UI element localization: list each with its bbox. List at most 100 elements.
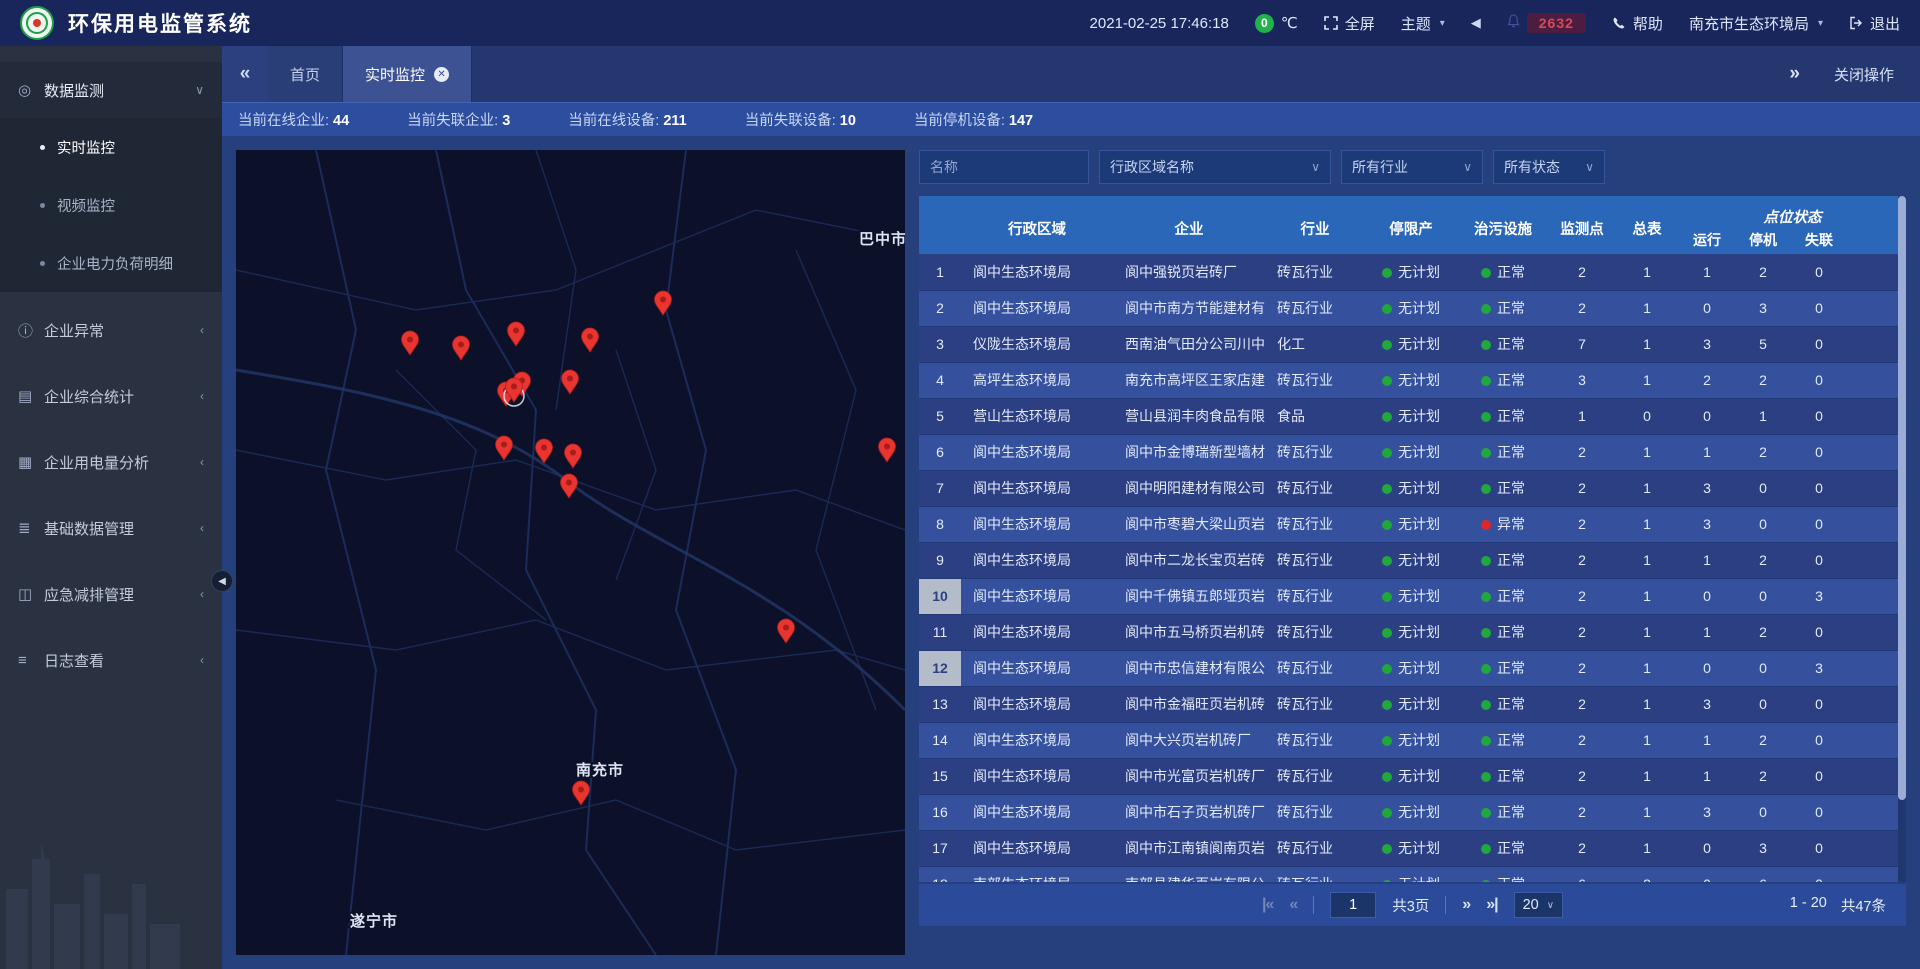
row-region-cell: 阆中生态环境局 <box>961 506 1113 542</box>
sidebar-subitem[interactable]: 视频监控 <box>0 176 222 234</box>
row-region-cell: 阆中生态环境局 <box>961 758 1113 794</box>
page-number-input[interactable]: 1 <box>1330 892 1376 918</box>
row-meter-cell: 1 <box>1615 614 1679 650</box>
map-pin-icon[interactable] <box>508 322 525 346</box>
table-row[interactable]: 16阆中生态环境局阆中市石子页岩机砖厂砖瓦行业无计划正常21300 <box>919 794 1906 830</box>
row-plan-cell: 无计划 <box>1365 542 1457 578</box>
row-meter-cell: 1 <box>1615 686 1679 722</box>
table-scrollbar-thumb[interactable] <box>1898 196 1906 800</box>
region-select[interactable]: 行政区域名称∨ <box>1099 150 1331 184</box>
map-pin-icon[interactable] <box>582 328 599 352</box>
row-index-cell: 16 <box>919 794 961 830</box>
tabs-scroll-right-button[interactable]: » <box>1789 63 1800 85</box>
sidebar-item-label: 企业异常 <box>44 320 104 341</box>
row-stop-cell: 2 <box>1735 362 1791 398</box>
sidebar-item-1[interactable]: ◎数据监测∨ <box>0 62 222 118</box>
close-operations-button[interactable]: 关闭操作 <box>1834 64 1894 85</box>
table-row[interactable]: 1阆中生态环境局阆中强锐页岩砖厂砖瓦行业无计划正常21120 <box>919 254 1906 290</box>
table-row[interactable]: 4高坪生态环境局南充市高坪区王家店建砖瓦行业无计划正常31220 <box>919 362 1906 398</box>
sidebar-collapse-handle[interactable]: ◀ <box>211 570 233 592</box>
table-row[interactable]: 12阆中生态环境局阆中市忠信建材有限公砖瓦行业无计划正常21003 <box>919 650 1906 686</box>
tab-首页[interactable]: 首页 <box>268 46 343 102</box>
row-plan-cell: 无计划 <box>1365 254 1457 290</box>
map-pin-icon[interactable] <box>496 436 513 460</box>
status-select[interactable]: 所有状态∨ <box>1493 150 1605 184</box>
map-pin-icon[interactable] <box>778 619 795 643</box>
row-company-cell: 阆中市二龙长宝页岩砖 <box>1113 542 1265 578</box>
sidebar-subitem[interactable]: 企业电力负荷明细 <box>0 234 222 292</box>
column-header-industry: 行业 <box>1265 196 1365 254</box>
table-row[interactable]: 15阆中生态环境局阆中市光富页岩机砖厂砖瓦行业无计划正常21120 <box>919 758 1906 794</box>
tabs-scroll-left-button[interactable]: « <box>222 46 268 102</box>
row-index-cell: 3 <box>919 326 961 362</box>
sidebar-item-5[interactable]: ≣基础数据管理‹ <box>0 500 222 556</box>
notifications-button[interactable]: 2632 <box>1507 13 1586 33</box>
help-button[interactable]: 帮助 <box>1612 13 1663 34</box>
row-stop-cell: 2 <box>1735 542 1791 578</box>
chevron-down-icon: ∨ <box>1547 900 1554 911</box>
table-row[interactable]: 7阆中生态环境局阆中明阳建材有限公司砖瓦行业无计划正常21300 <box>919 470 1906 506</box>
table-row[interactable]: 17阆中生态环境局阆中市江南镇阆南页岩砖瓦行业无计划正常21030 <box>919 830 1906 866</box>
sidebar-item-3[interactable]: ▤企业综合统计‹ <box>0 368 222 424</box>
map-pin-icon[interactable] <box>565 444 582 468</box>
sidebar-item-2[interactable]: ⓘ企业异常‹ <box>0 302 222 358</box>
map-pin-icon[interactable] <box>879 438 896 462</box>
table-row[interactable]: 13阆中生态环境局阆中市金福旺页岩机砖砖瓦行业无计划正常21300 <box>919 686 1906 722</box>
prev-page-button[interactable]: « <box>1289 896 1297 914</box>
table-row[interactable]: 3仪陇生态环境局西南油气田分公司川中化工无计划正常71350 <box>919 326 1906 362</box>
row-lost-cell: 0 <box>1791 722 1847 758</box>
sidebar-subitem[interactable]: 实时监控 <box>0 118 222 176</box>
tab-实时监控[interactable]: 实时监控✕ <box>343 46 472 102</box>
table-scrollbar-track[interactable] <box>1898 196 1906 882</box>
map-pin-icon[interactable] <box>453 336 470 360</box>
row-lost-cell: 0 <box>1791 758 1847 794</box>
pagination-divider <box>1313 896 1314 914</box>
table-row[interactable]: 2阆中生态环境局阆中市南方节能建材有砖瓦行业无计划正常21030 <box>919 290 1906 326</box>
map-panel[interactable]: 巴中市南充市遂宁市 <box>236 150 905 955</box>
row-points-cell: 2 <box>1549 290 1615 326</box>
row-points-cell: 2 <box>1549 722 1615 758</box>
sidebar-item-6[interactable]: ◫应急减排管理‹ <box>0 566 222 622</box>
table-row[interactable]: 5营山生态环境局营山县润丰肉食品有限食品无计划正常10010 <box>919 398 1906 434</box>
map-pin-icon[interactable] <box>573 781 590 805</box>
map-pin-icon[interactable] <box>562 370 579 394</box>
row-facility-cell: 正常 <box>1457 758 1549 794</box>
logout-button[interactable]: 退出 <box>1849 13 1900 34</box>
sidebar-skyline-decoration <box>0 819 222 969</box>
row-index-cell: 18 <box>919 866 961 882</box>
pagination-divider <box>1445 896 1446 914</box>
sidebar-item-4[interactable]: ▦企业用电量分析‹ <box>0 434 222 490</box>
map-pin-icon[interactable] <box>402 331 419 355</box>
table-row[interactable]: 14阆中生态环境局阆中大兴页岩机砖厂砖瓦行业无计划正常21120 <box>919 722 1906 758</box>
row-plan-cell: 无计划 <box>1365 470 1457 506</box>
organization-menu-button[interactable]: 南充市生态环境局▾ <box>1689 13 1823 34</box>
first-page-button[interactable]: |« <box>1262 896 1273 914</box>
row-lost-cell: 3 <box>1791 578 1847 614</box>
map-pin-icon[interactable] <box>561 474 578 498</box>
table-row[interactable]: 9阆中生态环境局阆中市二龙长宝页岩砖砖瓦行业无计划正常21120 <box>919 542 1906 578</box>
row-stop-cell: 6 <box>1735 866 1791 882</box>
page-size-select[interactable]: 20∨ <box>1514 892 1563 918</box>
map-pin-icon[interactable] <box>655 291 672 315</box>
row-company-cell: 阆中市金博瑞新型墙材 <box>1113 434 1265 470</box>
tab-close-icon[interactable]: ✕ <box>434 67 449 82</box>
last-page-button[interactable]: »| <box>1486 896 1497 914</box>
stat-value: 211 <box>663 113 686 129</box>
chevron-down-icon: ∨ <box>1585 160 1594 174</box>
fullscreen-button[interactable]: 全屏 <box>1324 13 1375 34</box>
status-dot-green-icon <box>1481 664 1491 674</box>
table-row[interactable]: 8阆中生态环境局阆中市枣碧大梁山页岩砖瓦行业无计划异常21300 <box>919 506 1906 542</box>
row-company-cell: 阆中市南方节能建材有 <box>1113 290 1265 326</box>
next-page-button[interactable]: » <box>1462 896 1470 914</box>
table-row[interactable]: 6阆中生态环境局阆中市金博瑞新型墙材砖瓦行业无计划正常21120 <box>919 434 1906 470</box>
mute-speaker-icon[interactable]: ◀ <box>1471 15 1481 31</box>
pagination-total-label: 共47条 <box>1841 895 1886 916</box>
name-search-input[interactable] <box>919 150 1089 184</box>
industry-select[interactable]: 所有行业∨ <box>1341 150 1483 184</box>
table-row[interactable]: 18南部生态环境局南部县建华页岩有限公砖瓦行业无计划正常62060 <box>919 866 1906 882</box>
chevron-collapsed-icon: ‹ <box>200 521 204 535</box>
sidebar-item-7[interactable]: ≡日志查看‹ <box>0 632 222 688</box>
table-row[interactable]: 11阆中生态环境局阆中市五马桥页岩机砖砖瓦行业无计划正常21120 <box>919 614 1906 650</box>
theme-menu-button[interactable]: 主题▾ <box>1401 13 1445 34</box>
table-row[interactable]: 10阆中生态环境局阆中千佛镇五郎垭页岩砖瓦行业无计划正常21003 <box>919 578 1906 614</box>
